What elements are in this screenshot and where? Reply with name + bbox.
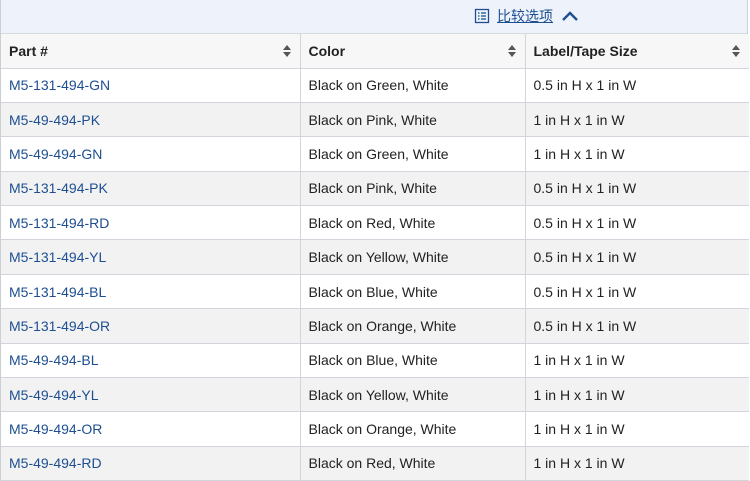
- part-number-link[interactable]: M5-131-494-YL: [9, 249, 106, 265]
- color-cell: Black on Pink, White: [300, 102, 526, 138]
- size-cell: 0.5 in H x 1 in W: [525, 205, 749, 241]
- part-number-link[interactable]: M5-131-494-RD: [9, 215, 109, 231]
- part-cell: M5-131-494-BL: [1, 274, 301, 310]
- color-cell: Black on Red, White: [300, 446, 526, 481]
- part-cell: M5-49-494-RD: [1, 446, 301, 481]
- part-cell: M5-131-494-RD: [1, 205, 301, 241]
- size-cell: 1 in H x 1 in W: [525, 136, 749, 172]
- compare-options-label[interactable]: 比较选项: [497, 6, 553, 26]
- color-cell: Black on Blue, White: [300, 274, 526, 310]
- table-row: M5-131-494-OR Black on Orange, White 0.5…: [1, 308, 749, 344]
- color-cell: Black on Orange, White: [300, 308, 526, 344]
- table-row: M5-49-494-OR Black on Orange, White 1 in…: [1, 411, 749, 447]
- color-cell: Black on Blue, White: [300, 343, 526, 379]
- part-cell: M5-131-494-OR: [1, 308, 301, 344]
- part-cell: M5-49-494-YL: [1, 377, 301, 413]
- parts-table: Part # Color Label/Tape Size M5-131-494-…: [1, 34, 749, 481]
- part-number-link[interactable]: M5-49-494-YL: [9, 387, 99, 403]
- part-cell: M5-49-494-GN: [1, 136, 301, 172]
- column-header-label: Color: [308, 42, 346, 59]
- part-cell: M5-49-494-BL: [1, 343, 301, 379]
- color-cell: Black on Orange, White: [300, 411, 526, 447]
- size-cell: 1 in H x 1 in W: [525, 377, 749, 413]
- column-header-size[interactable]: Label/Tape Size: [525, 34, 749, 69]
- sort-icon[interactable]: [731, 44, 741, 58]
- color-cell: Black on Pink, White: [300, 171, 526, 207]
- table-row: M5-131-494-PK Black on Pink, White 0.5 i…: [1, 171, 749, 207]
- part-cell: M5-49-494-OR: [1, 411, 301, 447]
- part-cell: M5-131-494-GN: [1, 68, 301, 103]
- chevron-up-icon[interactable]: [561, 9, 579, 23]
- part-number-link[interactable]: M5-49-494-RD: [9, 455, 102, 471]
- color-cell: Black on Yellow, White: [300, 377, 526, 413]
- size-cell: 1 in H x 1 in W: [525, 446, 749, 481]
- part-cell: M5-49-494-PK: [1, 102, 301, 138]
- size-cell: 0.5 in H x 1 in W: [525, 239, 749, 275]
- table-row: M5-49-494-YL Black on Yellow, White 1 in…: [1, 377, 749, 413]
- compare-options-bar: 比较选项: [1, 0, 747, 34]
- sort-icon[interactable]: [507, 44, 517, 58]
- sort-icon[interactable]: [282, 44, 292, 58]
- table-header-row: Part # Color Label/Tape Size: [1, 34, 749, 69]
- part-number-link[interactable]: M5-49-494-GN: [9, 146, 102, 162]
- compare-options-toggle[interactable]: 比较选项: [474, 6, 579, 26]
- size-cell: 0.5 in H x 1 in W: [525, 171, 749, 207]
- part-number-link[interactable]: M5-131-494-BL: [9, 284, 106, 300]
- color-cell: Black on Green, White: [300, 68, 526, 103]
- column-header-part[interactable]: Part #: [1, 34, 301, 69]
- part-number-link[interactable]: M5-49-494-OR: [9, 421, 102, 437]
- column-header-label: Label/Tape Size: [533, 42, 638, 59]
- part-number-link[interactable]: M5-131-494-GN: [9, 77, 110, 93]
- part-number-link[interactable]: M5-49-494-PK: [9, 112, 100, 128]
- table-row: M5-49-494-BL Black on Blue, White 1 in H…: [1, 343, 749, 379]
- product-comparison-panel: 比较选项 Part # Color Label/Tape Size M5-131…: [0, 0, 749, 481]
- part-number-link[interactable]: M5-49-494-BL: [9, 352, 99, 368]
- table-row: M5-49-494-PK Black on Pink, White 1 in H…: [1, 102, 749, 138]
- part-cell: M5-131-494-PK: [1, 171, 301, 207]
- table-row: M5-131-494-YL Black on Yellow, White 0.5…: [1, 239, 749, 275]
- table-row: M5-49-494-GN Black on Green, White 1 in …: [1, 136, 749, 172]
- color-cell: Black on Green, White: [300, 136, 526, 172]
- table-row: M5-131-494-RD Black on Red, White 0.5 in…: [1, 205, 749, 241]
- size-cell: 1 in H x 1 in W: [525, 102, 749, 138]
- table-row: M5-49-494-RD Black on Red, White 1 in H …: [1, 446, 749, 481]
- color-cell: Black on Yellow, White: [300, 239, 526, 275]
- color-cell: Black on Red, White: [300, 205, 526, 241]
- size-cell: 0.5 in H x 1 in W: [525, 68, 749, 103]
- part-number-link[interactable]: M5-131-494-OR: [9, 318, 110, 334]
- size-cell: 0.5 in H x 1 in W: [525, 274, 749, 310]
- list-icon: [474, 8, 490, 24]
- size-cell: 1 in H x 1 in W: [525, 411, 749, 447]
- part-cell: M5-131-494-YL: [1, 239, 301, 275]
- table-row: M5-131-494-GN Black on Green, White 0.5 …: [1, 68, 749, 103]
- table-row: M5-131-494-BL Black on Blue, White 0.5 i…: [1, 274, 749, 310]
- size-cell: 1 in H x 1 in W: [525, 343, 749, 379]
- part-number-link[interactable]: M5-131-494-PK: [9, 180, 108, 196]
- column-header-label: Part #: [9, 42, 48, 59]
- size-cell: 0.5 in H x 1 in W: [525, 308, 749, 344]
- column-header-color[interactable]: Color: [300, 34, 526, 69]
